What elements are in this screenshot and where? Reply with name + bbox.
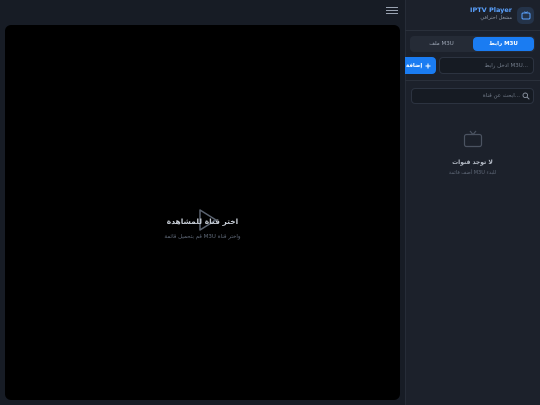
app-logo [517, 7, 534, 24]
video-player[interactable] [5, 25, 400, 400]
search-icon [522, 92, 530, 100]
tab-m3u-file[interactable]: ملف M3U [411, 37, 472, 51]
plus-icon [425, 63, 431, 68]
app-subtitle: مشغل احترافي [480, 15, 512, 21]
tab-m3u-url[interactable]: رابط M3U [473, 37, 534, 51]
divider [405, 30, 540, 31]
empty-state-title: لا توجد قنوات [452, 159, 493, 166]
menu-button[interactable] [386, 5, 398, 15]
empty-state-subtitle: أضف قائمة M3U للبدء [448, 170, 497, 176]
source-tabs: رابط M3U ملف M3U [410, 36, 535, 52]
search-input[interactable] [411, 88, 534, 104]
tv-icon [463, 130, 483, 148]
menu-icon [386, 7, 398, 8]
logo-tv-icon [521, 11, 530, 20]
m3u-url-input[interactable] [439, 57, 534, 74]
player-subtitle: قم بتحميل قائمة M3U واختر قناة [164, 234, 241, 240]
add-button-label: إضافة [406, 62, 423, 69]
player-title: اختر قناة للمشاهدة [166, 217, 239, 226]
add-button[interactable]: إضافة [405, 57, 436, 74]
main-area: اختر قناة للمشاهدة قم بتحميل قائمة M3U و… [0, 0, 405, 405]
app-title: IPTV Player [470, 6, 512, 14]
divider [405, 80, 540, 81]
